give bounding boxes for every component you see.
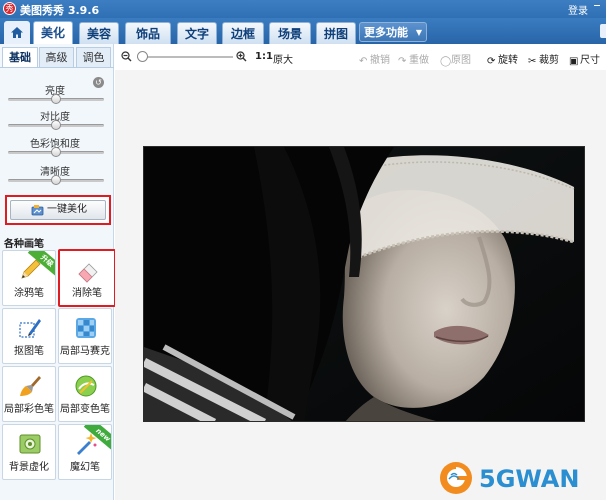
tab-scenes[interactable]: 场景 [269, 22, 311, 44]
crop-label: 裁剪 [539, 55, 559, 66]
eraser-icon [78, 263, 98, 283]
tab-frames[interactable]: 边框 [222, 22, 264, 44]
cutout-pen-icon [19, 319, 41, 338]
original-image-button[interactable]: ◯原图 [440, 51, 471, 67]
magic-pen-label: 魔幻笔 [70, 462, 100, 473]
local-recolor-brush-tool[interactable]: 局部变色笔 [58, 366, 112, 422]
resize-label: 尺寸 [580, 55, 600, 66]
contrast-slider-knob[interactable] [51, 120, 61, 130]
sharpness-slider[interactable] [8, 175, 104, 185]
portrait-photo-image [144, 147, 584, 421]
crop-icon: ✂ [528, 56, 537, 67]
title-bar: 秀 美图秀秀 3.9.6 登录 [0, 0, 606, 18]
cutout-pen-tool[interactable]: 抠图笔 [2, 308, 56, 364]
local-mosaic-label: 局部马赛克 [60, 346, 110, 357]
subtab-divider [0, 67, 114, 68]
image-toolbar: 1:1 原大 ↶ 撤销 ↷ 重做 ◯原图 ⟳ 旋转 ✂ 裁剪 ▣ 尺寸 [115, 44, 606, 70]
magic-wand-icon [31, 205, 44, 216]
more-features-button[interactable]: 更多功能 ▼ [359, 22, 427, 42]
recolor-brush-icon [75, 375, 97, 397]
mosaic-icon [76, 318, 96, 338]
tab-collage[interactable]: 拼图 [316, 22, 356, 44]
tab-beautify[interactable]: 美化 [33, 21, 73, 44]
contrast-slider[interactable] [8, 120, 104, 130]
tab-text[interactable]: 文字 [177, 22, 217, 44]
left-panel: 基础 高级 调色 ↺ 亮度 对比度 色彩饱和度 清晰度 一键美化 各种画笔 升级… [0, 44, 116, 500]
one-click-beautify-label: 一键美化 [47, 204, 87, 215]
redo-button[interactable]: ↷ 重做 [398, 51, 429, 67]
resize-button[interactable]: ▣ 尺寸 [569, 51, 600, 67]
zoom-out-icon[interactable] [121, 51, 132, 62]
undo-button[interactable]: ↶ 撤销 [359, 51, 390, 67]
rotate-button[interactable]: ⟳ 旋转 [487, 51, 518, 67]
crop-button[interactable]: ✂ 裁剪 [528, 51, 559, 67]
brightness-slider-knob[interactable] [51, 94, 61, 104]
blur-background-icon [19, 434, 41, 454]
local-recolor-brush-label: 局部变色笔 [60, 404, 110, 415]
sharpness-slider-knob[interactable] [51, 175, 61, 185]
home-button[interactable] [4, 21, 30, 44]
brightness-slider[interactable] [8, 94, 104, 104]
minimize-icon[interactable] [594, 5, 600, 6]
background-blur-tool[interactable]: 背景虚化 [2, 424, 56, 480]
saturation-slider-knob[interactable] [51, 147, 61, 157]
local-color-brush-label: 局部彩色笔 [4, 404, 54, 415]
watermark-text: 5GWAN [479, 465, 580, 493]
doodle-pen-label: 涂鸦笔 [14, 288, 44, 299]
actual-size-ratio[interactable]: 1:1 [255, 51, 273, 62]
site-watermark: 5GWAN [437, 459, 597, 497]
login-link[interactable]: 登录 [568, 2, 588, 17]
one-click-highlight-box: 一键美化 [5, 195, 111, 225]
local-color-brush-tool[interactable]: 局部彩色笔 [2, 366, 56, 422]
zoom-slider-knob[interactable] [137, 51, 148, 62]
photo-preview[interactable] [143, 146, 585, 422]
rotate-icon: ⟳ [487, 56, 496, 67]
subtab-color[interactable]: 调色 [76, 47, 111, 67]
actual-size-button[interactable]: 原大 [273, 51, 293, 66]
chevron-down-icon: ▼ [415, 28, 422, 37]
undo-label: 撤销 [370, 55, 390, 66]
rotate-label: 旋转 [498, 55, 518, 66]
eraser-pen-label: 消除笔 [72, 288, 102, 299]
subtab-advanced[interactable]: 高级 [39, 47, 74, 67]
main-nav: 美化 美容 饰品 文字 边框 场景 拼图 更多功能 ▼ [0, 18, 606, 44]
app-title: 美图秀秀 3.9.6 [20, 4, 100, 17]
watermark-logo-icon [440, 462, 472, 494]
zoom-in-icon[interactable] [236, 51, 247, 62]
cutout-pen-label: 抠图笔 [14, 346, 44, 357]
magic-pen-tool[interactable]: new 魔幻笔 [58, 424, 112, 480]
app-logo-icon: 秀 [3, 2, 16, 15]
eraser-pen-tool[interactable]: 消除笔 [58, 249, 116, 307]
background-blur-label: 背景虚化 [9, 462, 49, 473]
undo-icon: ↶ [359, 56, 368, 67]
local-mosaic-tool[interactable]: 局部马赛克 [58, 308, 112, 364]
original-image-label: 原图 [451, 55, 471, 66]
resize-icon: ▣ [569, 56, 579, 67]
color-brush-icon [20, 376, 41, 396]
home-icon [11, 27, 23, 38]
saturation-slider[interactable] [8, 147, 104, 157]
original-image-icon: ◯ [440, 56, 452, 67]
one-click-beautify-button[interactable]: 一键美化 [10, 200, 106, 220]
brush-section-title: 各种画笔 [4, 239, 44, 250]
redo-label: 重做 [409, 55, 429, 66]
zoom-slider[interactable] [137, 56, 233, 58]
doodle-pen-tool[interactable]: 升级 涂鸦笔 [2, 250, 56, 306]
tab-beauty[interactable]: 美容 [79, 22, 119, 44]
more-features-label: 更多功能 [364, 26, 408, 39]
subtab-basic[interactable]: 基础 [2, 47, 38, 67]
side-panel-toggle-icon[interactable] [600, 24, 606, 38]
tab-accessories[interactable]: 饰品 [125, 22, 171, 44]
image-canvas[interactable] [115, 70, 606, 500]
redo-icon: ↷ [398, 56, 407, 67]
